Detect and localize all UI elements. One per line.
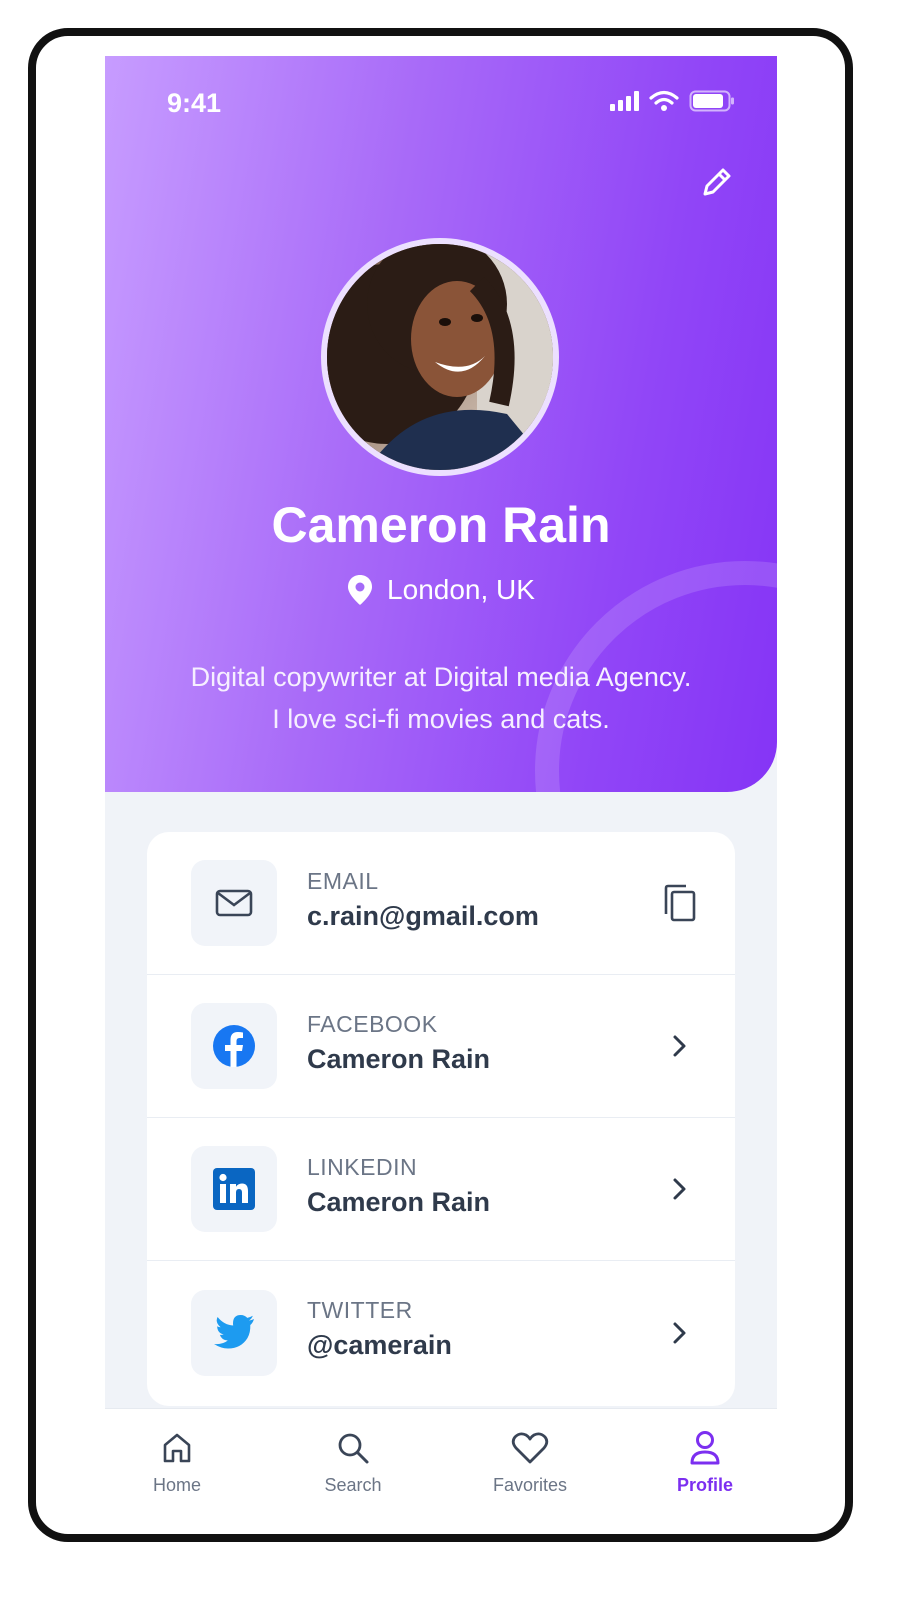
contact-icon-box: [191, 860, 277, 946]
phone-frame: 9:41 Cameron Rain London, UK Digital cop…: [28, 28, 853, 1542]
contact-value: Cameron Rain: [307, 1187, 491, 1217]
contact-value: c.rain@gmail.com: [307, 901, 539, 931]
heart-icon: [511, 1432, 549, 1464]
wifi-icon: [649, 90, 679, 111]
profile-location: London, UK: [105, 574, 777, 606]
screen: 9:41 Cameron Rain London, UK Digital cop…: [105, 56, 777, 1526]
contact-icon-box: [191, 1289, 277, 1376]
edit-profile-button[interactable]: [697, 162, 737, 202]
search-icon: [338, 1433, 369, 1464]
contact-value: @camerain: [307, 1330, 452, 1360]
facebook-icon: [213, 1025, 255, 1067]
contact-label: EMAIL: [307, 868, 379, 894]
mail-icon: [215, 889, 253, 917]
pencil-icon: [703, 168, 731, 196]
status-icons: [610, 90, 735, 112]
chevron-button[interactable]: [659, 1313, 699, 1353]
contact-text: FACEBOOK Cameron Rain: [307, 1011, 490, 1075]
contact-row-linkedin[interactable]: LINKEDIN Cameron Rain: [147, 1118, 735, 1261]
user-icon: [690, 1431, 720, 1465]
chevron-button[interactable]: [659, 1169, 699, 1209]
contact-row-facebook[interactable]: FACEBOOK Cameron Rain: [147, 975, 735, 1118]
profile-header: 9:41 Cameron Rain London, UK Digital cop…: [105, 56, 777, 792]
contact-value: Cameron Rain: [307, 1044, 491, 1074]
tab-home[interactable]: Home: [107, 1429, 247, 1496]
contact-label: LINKEDIN: [307, 1154, 418, 1180]
contact-row-email[interactable]: EMAIL c.rain@gmail.com: [147, 832, 735, 975]
bio-line: I love sci-fi movies and cats.: [272, 704, 610, 734]
location-text: London, UK: [387, 574, 535, 605]
battery-icon: [689, 90, 734, 112]
contact-text: TWITTER @camerain: [307, 1297, 452, 1361]
twitter-icon: [214, 1314, 254, 1348]
copy-button[interactable]: [659, 883, 699, 923]
chevron-right-icon: [673, 1035, 686, 1057]
copy-icon: [664, 884, 696, 922]
tab-bar: Home Search Favorites Profile: [105, 1408, 777, 1526]
contact-icon-box: [191, 1146, 277, 1232]
chevron-right-icon: [673, 1322, 686, 1343]
avatar-photo: [327, 244, 553, 470]
chevron-right-icon: [673, 1178, 686, 1200]
contact-icon-box: [191, 1003, 277, 1089]
location-pin-icon: [348, 575, 373, 605]
tab-label: Favorites: [492, 1475, 568, 1495]
avatar[interactable]: [321, 238, 559, 476]
contact-text: EMAIL c.rain@gmail.com: [307, 868, 539, 932]
chevron-button[interactable]: [659, 1026, 699, 1066]
tab-profile[interactable]: Profile: [635, 1429, 775, 1496]
status-time: 9:41: [167, 88, 222, 118]
contact-text: LINKEDIN Cameron Rain: [307, 1154, 490, 1218]
tab-label: Profile: [676, 1475, 733, 1495]
tab-label: Home: [152, 1475, 201, 1495]
tab-label: Search: [324, 1475, 382, 1495]
tab-search[interactable]: Search: [283, 1429, 423, 1496]
contact-label: TWITTER: [307, 1297, 413, 1323]
signal-icon: [610, 91, 639, 111]
profile-name: Cameron Rain: [271, 497, 611, 553]
linkedin-icon: [213, 1168, 255, 1210]
bio-line: Digital copywriter at Digital media Agen…: [190, 662, 692, 692]
home-icon: [163, 1433, 191, 1463]
profile-bio: Digital copywriter at Digital media Agen…: [135, 656, 747, 740]
contact-row-twitter[interactable]: TWITTER @camerain: [147, 1261, 735, 1404]
tab-favorites[interactable]: Favorites: [460, 1429, 600, 1496]
contact-label: FACEBOOK: [307, 1011, 438, 1037]
contact-card: EMAIL c.rain@gmail.com FACEBOOK Cameron …: [147, 832, 735, 1406]
